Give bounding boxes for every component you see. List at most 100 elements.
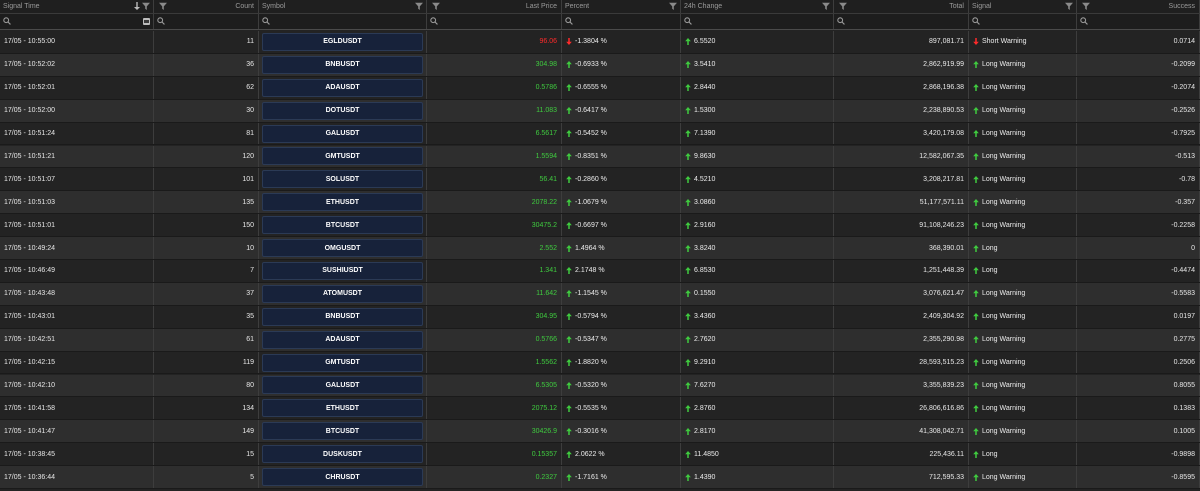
time-value: 17/05 - 10:52:02 — [4, 61, 55, 69]
success-value: -0.7925 — [1171, 130, 1195, 138]
cell-percent: -0.5452 % — [562, 122, 681, 145]
symbol-button[interactable]: BTCUSDT — [262, 422, 423, 441]
symbol-button[interactable]: GALUSDT — [262, 376, 423, 395]
table-row[interactable]: 17/05 - 10:46:49 7 SUSHIUSDT 1.341 2.1748 % 6… — [0, 260, 1200, 283]
table-row[interactable]: 17/05 - 10:42:15 119 GMTUSDT 1.5562 -1.8820 … — [0, 351, 1200, 375]
filter-icon[interactable] — [140, 2, 150, 12]
symbol-button[interactable]: ADAUSDT — [262, 78, 423, 97]
cell-total: 3,208,217.81 — [834, 168, 969, 191]
filter-icon[interactable] — [157, 2, 167, 12]
cell-percent: -0.6933 % — [562, 53, 681, 76]
filter-input-signal[interactable] — [980, 14, 1073, 29]
symbol-button[interactable]: SOLUSDT — [262, 170, 423, 189]
filter-icon[interactable] — [1080, 2, 1090, 12]
column-header-time[interactable]: Signal Time — [0, 0, 154, 13]
cell-symbol: GMTUSDT — [259, 351, 427, 374]
column-header-percent[interactable]: Percent — [562, 0, 681, 13]
change-value: 6.8530 — [694, 267, 716, 275]
symbol-button[interactable]: GMTUSDT — [262, 353, 423, 372]
total-value: 3,208,217.81 — [923, 175, 964, 183]
column-header-success[interactable]: Success — [1077, 0, 1200, 13]
cell-symbol: CHRUSDT — [259, 466, 427, 488]
success-value: 0.2506 — [1173, 359, 1195, 367]
column-header-count[interactable]: Count — [154, 0, 259, 13]
table-row[interactable]: 17/05 - 10:38:45 15 DUSKUSDT 0.15357 2.0622 … — [0, 443, 1200, 467]
cell-change: 2.9160 — [681, 214, 834, 237]
symbol-button[interactable]: BTCUSDT — [262, 216, 423, 235]
symbol-button[interactable]: GALUSDT — [262, 124, 423, 143]
filter-input-total[interactable] — [845, 14, 965, 29]
table-row[interactable]: 17/05 - 10:41:47 149 BTCUSDT 30426.9 -0.3016… — [0, 420, 1200, 444]
table-row[interactable]: 17/05 - 10:36:44 5 CHRUSDT 0.2327 -1.7161 % 1… — [0, 466, 1200, 489]
column-header-symbol[interactable]: Symbol — [259, 0, 427, 13]
column-header-signal[interactable]: Signal — [969, 0, 1077, 13]
cell-success: -0.2526 — [1077, 99, 1200, 122]
cell-count: 62 — [154, 76, 259, 99]
filter-input-count[interactable] — [165, 14, 255, 29]
change-value: 3.0860 — [694, 198, 716, 206]
filter-input-time[interactable] — [11, 14, 143, 29]
arrow-up-icon — [566, 313, 575, 321]
table-row[interactable]: 17/05 - 10:55:00 11 EGLDUSDT 96.06 -1.3804 %… — [0, 31, 1200, 54]
filter-icon[interactable] — [430, 2, 440, 12]
cell-percent: -0.6697 % — [562, 214, 681, 237]
filter-icon[interactable] — [820, 2, 830, 12]
table-row[interactable]: 17/05 - 10:43:01 35 BNBUSDT 304.95 -0.5794 %… — [0, 305, 1200, 329]
cell-change: 3.0860 — [681, 191, 834, 214]
symbol-button[interactable]: BNBUSDT — [262, 55, 423, 74]
table-row[interactable]: 17/05 - 10:52:00 30 DOTUSDT 11.083 -0.6417 %… — [0, 99, 1200, 123]
table-row[interactable]: 17/05 - 10:51:07 101 SOLUSDT 56.41 -0.2860 %… — [0, 168, 1200, 192]
table-row[interactable]: 17/05 - 10:42:10 80 GALUSDT 6.5305 -0.5320 %… — [0, 374, 1200, 398]
filter-input-symbol[interactable] — [270, 14, 423, 29]
symbol-button[interactable]: CHRUSDT — [262, 468, 423, 487]
table-row[interactable]: 17/05 - 10:51:24 81 GALUSDT 6.5617 -0.5452 %… — [0, 122, 1200, 146]
signal-value: Long — [982, 450, 998, 458]
column-header-price[interactable]: Last Price — [427, 0, 562, 13]
arrow-up-icon — [973, 473, 982, 481]
symbol-button[interactable]: SUSHIUSDT — [262, 261, 423, 280]
symbol-button[interactable]: ATOMUSDT — [262, 284, 423, 303]
column-header-label: 24h Change — [684, 3, 723, 10]
table-row[interactable]: 17/05 - 10:41:58 134 ETHUSDT 2075.12 -0.5535… — [0, 397, 1200, 421]
symbol-button[interactable]: GMTUSDT — [262, 147, 423, 166]
column-header-total[interactable]: Total — [834, 0, 969, 13]
signal-value: Long Warning — [982, 427, 1026, 435]
arrow-up-icon — [973, 130, 982, 138]
table-row[interactable]: 17/05 - 10:43:48 37 ATOMUSDT 11.642 -1.1545 … — [0, 282, 1200, 306]
symbol-button[interactable]: ADAUSDT — [262, 330, 423, 349]
symbol-button[interactable]: EGLDUSDT — [262, 32, 423, 51]
cell-total: 26,806,616.86 — [834, 397, 969, 420]
cell-percent: -0.3016 % — [562, 420, 681, 443]
table-row[interactable]: 17/05 - 10:52:01 62 ADAUSDT 0.5786 -0.6555 %… — [0, 76, 1200, 100]
cell-total: 897,081.71 — [834, 31, 969, 53]
column-header-change[interactable]: 24h Change — [681, 0, 834, 13]
symbol-button[interactable]: DOTUSDT — [262, 101, 423, 120]
filter-input-price[interactable] — [438, 14, 558, 29]
filter-input-change[interactable] — [692, 14, 830, 29]
table-row[interactable]: 17/05 - 10:51:01 150 BTCUSDT 30475.2 -0.6697… — [0, 214, 1200, 238]
filter-icon[interactable] — [837, 2, 847, 12]
symbol-button[interactable]: ETHUSDT — [262, 399, 423, 418]
arrow-up-icon — [566, 359, 575, 367]
cell-total: 368,390.01 — [834, 237, 969, 259]
symbol-button[interactable]: DUSKUSDT — [262, 445, 423, 464]
table-row[interactable]: 17/05 - 10:51:03 135 ETHUSDT 2078.22 -1.0679… — [0, 191, 1200, 215]
signal-value: Short Warning — [982, 38, 1027, 46]
filter-input-success[interactable] — [1088, 14, 1196, 29]
filter-icon[interactable] — [667, 2, 677, 12]
filter-icon[interactable] — [413, 2, 423, 12]
table-row[interactable]: 17/05 - 10:52:02 36 BNBUSDT 304.98 -0.6933 %… — [0, 53, 1200, 77]
count-value: 149 — [242, 427, 254, 435]
symbol-button[interactable]: ETHUSDT — [262, 193, 423, 212]
table-row[interactable]: 17/05 - 10:49:24 10 OMGUSDT 2.552 1.4964 % 3.… — [0, 237, 1200, 260]
table-row[interactable]: 17/05 - 10:42:51 61 ADAUSDT 0.5766 -0.5347 %… — [0, 328, 1200, 352]
cell-success: -0.7925 — [1077, 122, 1200, 145]
cell-change: 7.6270 — [681, 374, 834, 397]
symbol-button[interactable]: OMGUSDT — [262, 239, 423, 258]
symbol-button[interactable]: BNBUSDT — [262, 307, 423, 326]
filter-icon[interactable] — [1063, 2, 1073, 12]
filter-input-percent[interactable] — [573, 14, 677, 29]
table-row[interactable]: 17/05 - 10:51:21 120 GMTUSDT 1.5594 -0.8351 … — [0, 145, 1200, 169]
total-value: 1,251,448.39 — [923, 267, 964, 275]
calendar-icon[interactable] — [143, 18, 150, 25]
